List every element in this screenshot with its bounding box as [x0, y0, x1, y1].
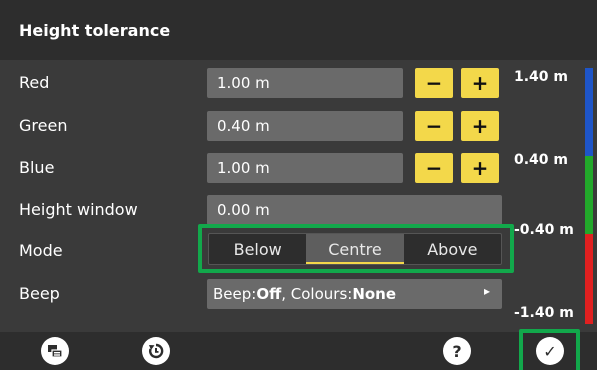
green-plus-button[interactable]: +: [461, 111, 499, 141]
green-label: Green: [19, 116, 68, 135]
red-plus-button[interactable]: +: [461, 68, 499, 98]
colours-prefix: , Colours:: [281, 285, 353, 303]
blue-label: Blue: [19, 158, 55, 177]
green-value-field[interactable]: 0.40 m: [207, 111, 403, 141]
scale-label-upper: 0.40 m: [514, 152, 569, 168]
screen-icon[interactable]: [41, 337, 69, 365]
blue-minus-button[interactable]: −: [415, 153, 453, 183]
blue-band-bar: [585, 68, 593, 156]
help-icon[interactable]: ?: [443, 337, 471, 365]
mode-highlight-box: [198, 224, 514, 273]
title-bar: Height tolerance: [0, 0, 597, 60]
red-value: 1.00 m: [217, 74, 270, 92]
scale-label-bottom: -1.40 m: [514, 305, 574, 321]
scale-label-top: 1.40 m: [514, 69, 569, 85]
page-title: Height tolerance: [19, 20, 171, 40]
height-window-label: Height window: [19, 200, 138, 219]
reset-icon[interactable]: [142, 337, 170, 365]
beep-label: Beep: [19, 284, 60, 303]
mode-label: Mode: [19, 241, 63, 260]
screen-icon-glyph: [48, 345, 63, 358]
red-minus-button[interactable]: −: [415, 68, 453, 98]
blue-plus-button[interactable]: +: [461, 153, 499, 183]
help-glyph: ?: [452, 341, 462, 361]
red-value-field[interactable]: 1.00 m: [207, 68, 403, 98]
green-value: 0.40 m: [217, 117, 270, 135]
red-band-bar: [585, 234, 593, 324]
green-band-bar: [585, 156, 593, 234]
blue-value-field[interactable]: 1.00 m: [207, 153, 403, 183]
beep-value: Off: [256, 285, 282, 303]
beep-dropdown[interactable]: Beep: Off , Colours: None ▸: [207, 279, 502, 309]
scale-label-lower: -0.40 m: [514, 222, 574, 238]
footer-toolbar: [0, 332, 597, 370]
height-window-field[interactable]: 0.00 m: [207, 195, 502, 225]
blue-value: 1.00 m: [217, 159, 270, 177]
beep-prefix: Beep:: [213, 285, 257, 303]
red-label: Red: [19, 73, 50, 92]
green-minus-button[interactable]: −: [415, 111, 453, 141]
ok-highlight-box: [519, 329, 580, 370]
dropdown-arrow-icon: ▸: [483, 284, 490, 298]
colours-value: None: [352, 285, 397, 303]
height-window-value: 0.00 m: [217, 201, 270, 219]
reset-icon-glyph: [148, 343, 164, 359]
